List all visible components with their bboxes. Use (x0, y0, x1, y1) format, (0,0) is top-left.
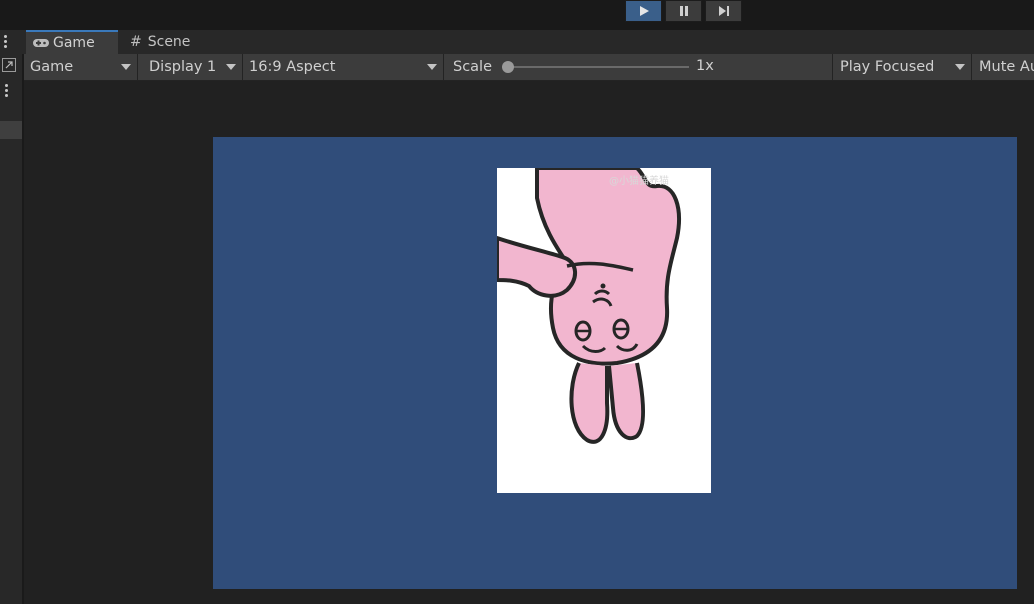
scale-label: Scale (453, 59, 493, 75)
bunny-sprite: @小猫猫养猫 (497, 168, 711, 493)
chevron-down-icon (955, 64, 965, 70)
watermark: @小猫猫养猫 (609, 176, 669, 187)
play-icon (638, 2, 650, 21)
tab-game[interactable]: Game (26, 30, 118, 54)
tab-scene[interactable]: # Scene (124, 30, 214, 54)
left-panel-selected-row[interactable] (0, 121, 22, 139)
scale-slider-thumb[interactable] (502, 61, 514, 73)
scale-control: Scale 1x (447, 54, 833, 80)
mute-audio-toggle[interactable]: Mute Au (973, 54, 1034, 80)
left-panel-header (0, 30, 22, 54)
tab-scene-label: Scene (147, 34, 191, 50)
scale-slider-track[interactable] (503, 66, 689, 68)
game-view-select-label: Game (30, 59, 74, 75)
play-mode-select-label: Play Focused (840, 59, 935, 75)
panel-menu-icon[interactable] (5, 84, 8, 99)
mute-audio-label: Mute Au (979, 59, 1034, 75)
step-icon (718, 2, 730, 21)
play-mode-select[interactable]: Play Focused (834, 54, 972, 80)
play-button[interactable] (625, 0, 662, 22)
aspect-select-label: 16:9 Aspect (249, 59, 336, 75)
panel-menu-icon[interactable] (4, 35, 7, 50)
scale-value: 1x (696, 58, 714, 74)
pause-button[interactable] (665, 0, 702, 22)
game-view-select[interactable]: Game (24, 54, 138, 80)
step-button[interactable] (705, 0, 742, 22)
display-select-label: Display 1 (149, 59, 217, 75)
aspect-select[interactable]: 16:9 Aspect (243, 54, 444, 80)
chevron-down-icon (121, 64, 131, 70)
tab-game-label: Game (53, 35, 95, 51)
chevron-down-icon (427, 64, 437, 70)
play-controls-bar (0, 0, 1034, 28)
gamepad-icon (32, 37, 50, 49)
maximize-icon[interactable] (2, 58, 16, 72)
hash-icon: # (130, 34, 142, 50)
display-select[interactable]: Display 1 (143, 54, 243, 80)
pause-icon (678, 2, 690, 21)
chevron-down-icon (226, 64, 236, 70)
